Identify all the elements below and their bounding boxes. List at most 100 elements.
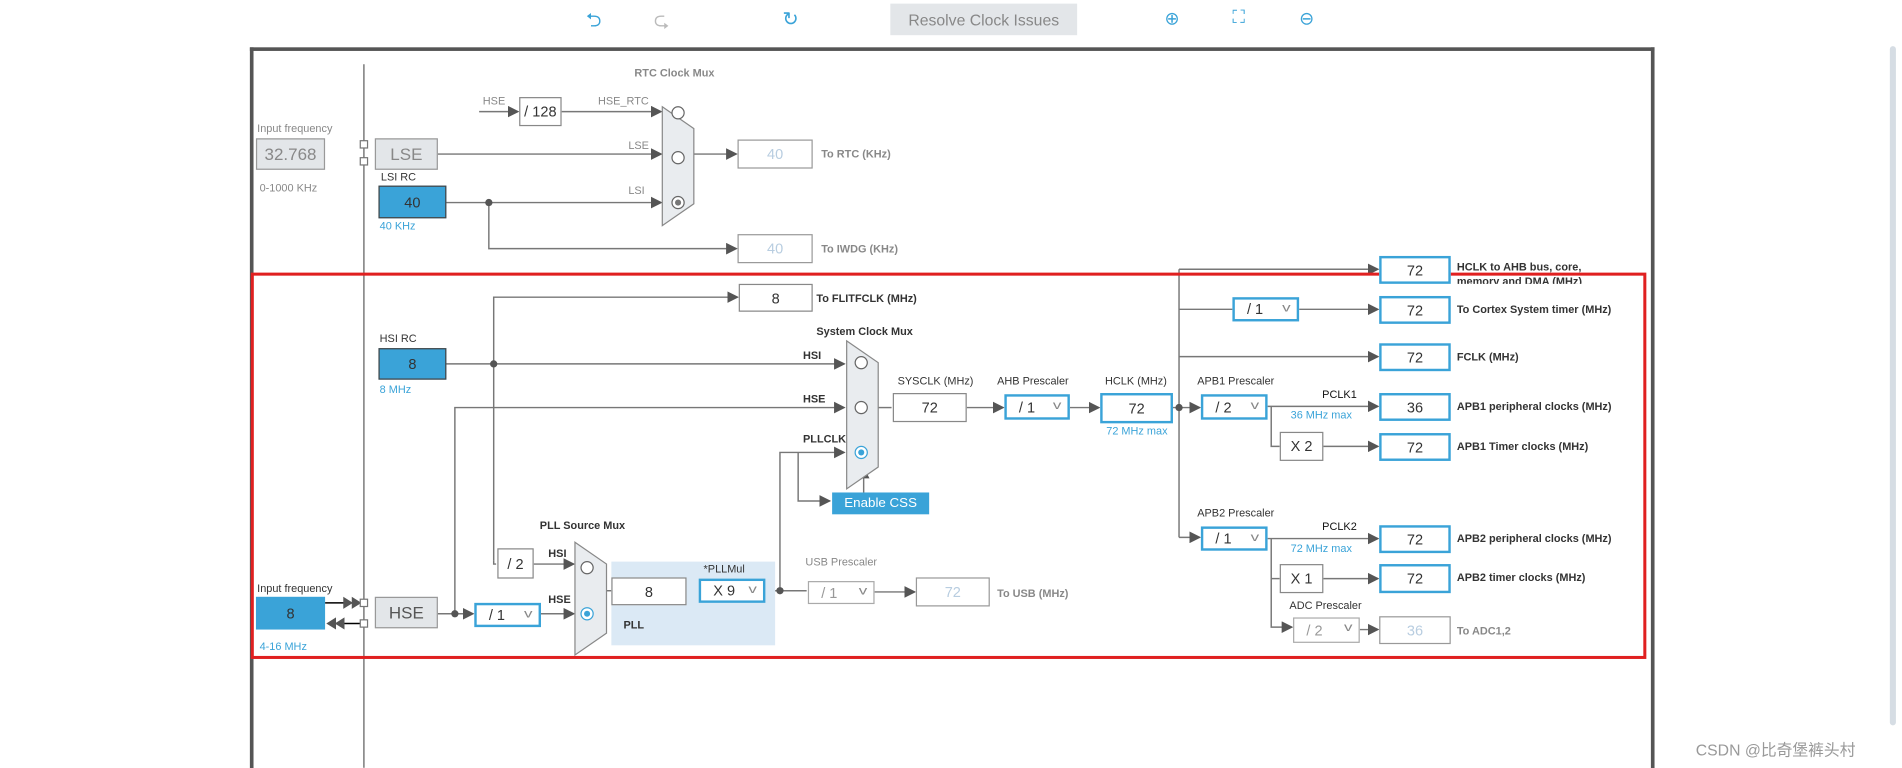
rtc-output-value: 40 <box>737 139 813 169</box>
hclk-max: 72 MHz max <box>1106 424 1168 437</box>
pll-hsi-wire-label: HSI <box>548 547 567 560</box>
hse-range: 4-16 MHz <box>259 640 307 653</box>
apb1-prescaler-value: / 2 <box>1215 398 1232 416</box>
fclk-output-value: 72 <box>1379 343 1451 372</box>
hsi-frequency: 8 MHz <box>379 383 412 396</box>
apb2-timer-multiplier: X 1 <box>1279 564 1324 594</box>
adc-prescaler-label: ADC Prescaler <box>1289 599 1362 612</box>
lsi-rc-label: LSI RC <box>380 171 417 184</box>
radio-lse[interactable] <box>671 151 685 165</box>
radio-hse[interactable] <box>854 400 868 415</box>
adc-prescaler-select[interactable]: / 2 v <box>1293 617 1360 643</box>
lse-wire-label: LSE <box>628 139 649 152</box>
hse-wire-label: HSE <box>803 393 826 406</box>
hse-prediv-value: / 1 <box>488 606 506 624</box>
apb1-timer-multiplier: X 2 <box>1279 431 1324 461</box>
hsi-value: 8 <box>378 348 447 380</box>
rtc-output-label: To RTC (KHz) <box>821 147 891 161</box>
adc-output-label: To ADC1,2 <box>1456 624 1511 637</box>
sysclk-value: 72 <box>892 393 967 423</box>
usb-output-label: To USB (MHz) <box>997 587 1069 600</box>
hse-frequency-input[interactable]: 8 <box>255 596 326 630</box>
apb1-periph-label: APB1 peripheral clocks (MHz) <box>1456 400 1612 413</box>
fclk-output-label: FCLK (MHz) <box>1456 350 1519 363</box>
adc-output-value: 36 <box>1379 616 1451 645</box>
hse-rtc-source-label: HSE <box>482 94 506 107</box>
apb1-periph-value: 36 <box>1379 393 1451 421</box>
usb-prescaler-label: USB Prescaler <box>805 555 878 568</box>
apb2-prescaler-label: APB2 Prescaler <box>1197 507 1275 520</box>
pll-label: PLL <box>623 618 645 631</box>
sysclk-label: SYSCLK (MHz) <box>897 374 974 387</box>
usb-prescaler-select[interactable]: / 1 v <box>807 581 875 605</box>
apb2-timer-label: APB2 timer clocks (MHz) <box>1456 571 1586 584</box>
ahb-prescaler-select[interactable]: / 1 v <box>1004 394 1070 420</box>
hsi-div2-block: / 2 <box>497 548 534 579</box>
flitfclk-value: 8 <box>738 283 813 312</box>
apb2-periph-label: APB2 peripheral clocks (MHz) <box>1456 532 1612 545</box>
clock-configuration-view: ⮌ ⮎ ↻ Resolve Clock Issues ⊕ ⛶ ⊖ Input f… <box>0 0 1902 768</box>
chevron-down-icon: v <box>1250 399 1260 413</box>
hsi-wire-label: HSI <box>803 349 822 362</box>
pclk1-label: PCLK1 <box>1322 388 1357 401</box>
iwdg-output-label: To IWDG (KHz) <box>821 242 899 255</box>
apb2-prescaler-select[interactable]: / 1 v <box>1200 526 1268 551</box>
hse-rtc-label: HSE_RTC <box>598 94 649 107</box>
lse-input-label: Input frequency <box>257 122 333 135</box>
pll-input-value: 8 <box>611 577 687 606</box>
hsi-rc-label: HSI RC <box>379 332 417 345</box>
apb2-periph-value: 72 <box>1379 525 1451 554</box>
enable-css-button[interactable]: Enable CSS <box>832 492 930 515</box>
lsi-value: 40 <box>378 185 447 219</box>
pll-hse-wire-label: HSE <box>548 593 571 606</box>
hse-input-label: Input frequency <box>257 582 333 595</box>
ahb-prescaler-value: / 1 <box>1018 398 1036 416</box>
pll-source-mux <box>574 541 608 657</box>
lsi-wire-label: LSI <box>628 184 645 197</box>
chevron-down-icon: v <box>1282 302 1291 316</box>
lsi-frequency: 40 KHz <box>379 219 416 232</box>
watermark: CSDN @比奇堡裤头村 <box>1695 741 1856 760</box>
rtc-mux-title: RTC Clock Mux <box>634 66 715 79</box>
apb1-prescaler-label: APB1 Prescaler <box>1197 374 1275 387</box>
apb2-prescaler-value: / 1 <box>1215 530 1232 548</box>
chevron-down-icon: v <box>748 583 757 597</box>
apb1-timer-label: APB1 Timer clocks (MHz) <box>1456 440 1589 453</box>
usb-output-value: 72 <box>915 577 990 607</box>
pclk2-label: PCLK2 <box>1322 520 1357 533</box>
apb1-prescaler-select[interactable]: / 2 v <box>1200 394 1268 420</box>
hse-block: HSE <box>374 596 438 629</box>
pllclk-wire-label: PLLCLK <box>803 433 847 446</box>
cortex-prescaler-value: / 1 <box>1246 300 1264 318</box>
iwdg-output-value: 40 <box>737 234 813 264</box>
pll-mux-title: PLL Source Mux <box>539 519 626 532</box>
lse-frequency-input[interactable]: 32.768 <box>255 138 326 170</box>
cortex-prescaler-select[interactable]: / 1 v <box>1232 297 1300 322</box>
pllmul-select[interactable]: X 9 v <box>698 578 766 603</box>
radio-hse-rtc[interactable] <box>671 106 685 120</box>
ahb-prescaler-label: AHB Prescaler <box>997 374 1069 387</box>
lse-block: LSE <box>374 138 438 170</box>
flitfclk-label: To FLITFCLK (MHz) <box>816 292 917 305</box>
apb2-timer-value: 72 <box>1379 564 1451 594</box>
hclk-input[interactable]: 72 <box>1100 393 1173 424</box>
hse-prediv-select[interactable]: / 1 v <box>474 602 541 628</box>
apb1-max: 36 MHz max <box>1290 408 1352 421</box>
radio-hsi[interactable] <box>854 356 868 370</box>
lse-range: 0-1000 KHz <box>259 181 318 195</box>
pllmul-value: X 9 <box>713 582 736 600</box>
hclk-label: HCLK (MHz) <box>1105 374 1167 387</box>
cortex-output-value: 72 <box>1379 295 1451 324</box>
chevron-down-icon: v <box>1250 531 1260 545</box>
chevron-down-icon: v <box>1344 621 1353 635</box>
div128-block: / 128 <box>519 97 562 127</box>
chevron-down-icon: v <box>524 607 533 622</box>
system-mux-title: System Clock Mux <box>816 325 913 338</box>
radio-pll-hsi[interactable] <box>580 561 594 575</box>
adc-prescaler-value: / 2 <box>1306 621 1323 639</box>
ahb-output-label: HCLK to AHB bus, core, memory and DMA (MH… <box>1456 260 1582 284</box>
cortex-output-label: To Cortex System timer (MHz) <box>1456 303 1612 316</box>
chevron-down-icon: v <box>858 584 868 599</box>
usb-prescaler-value: / 1 <box>821 584 838 602</box>
pllmul-label: *PLLMul <box>703 562 745 575</box>
